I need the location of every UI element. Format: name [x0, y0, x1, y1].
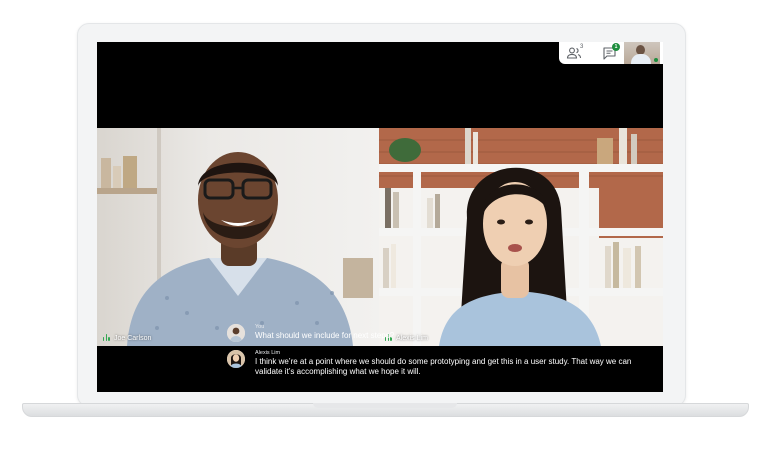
avatar-alexis [227, 349, 245, 368]
mic-active-icon [103, 334, 110, 342]
participant-video-joe [97, 128, 373, 346]
caption-text: I think we’re at a point where we should… [255, 356, 632, 377]
video-tile-alexis[interactable]: Alexis Lim [379, 128, 663, 346]
top-right-controls: 3 1 [559, 42, 663, 64]
video-tile-joe[interactable]: Joe Carlson [97, 128, 379, 346]
self-mic-icon [654, 58, 658, 62]
people-count: 3 [580, 44, 584, 50]
meeting-screen: 3 1 Joe Carlson Alexis Lim You What shou… [97, 42, 663, 392]
participant-video-alexis [379, 128, 663, 346]
caption-speaker: You [255, 324, 265, 330]
chat-badge: 1 [612, 43, 620, 51]
laptop-notch [313, 403, 457, 408]
participant-label: Joe Carlson [103, 334, 151, 342]
avatar-you [227, 324, 245, 342]
participant-name: Joe Carlson [114, 334, 152, 342]
caption-speaker: Alexis Lim [255, 349, 281, 356]
caption-text: What should we include for next steps? [255, 331, 395, 340]
captions-panel: You What should we include for next step… [227, 324, 647, 386]
self-view-thumbnail[interactable] [624, 42, 660, 64]
caption-item: You What should we include for next step… [227, 324, 647, 342]
caption-item: Alexis Lim I think we’re at a point wher… [227, 349, 647, 378]
